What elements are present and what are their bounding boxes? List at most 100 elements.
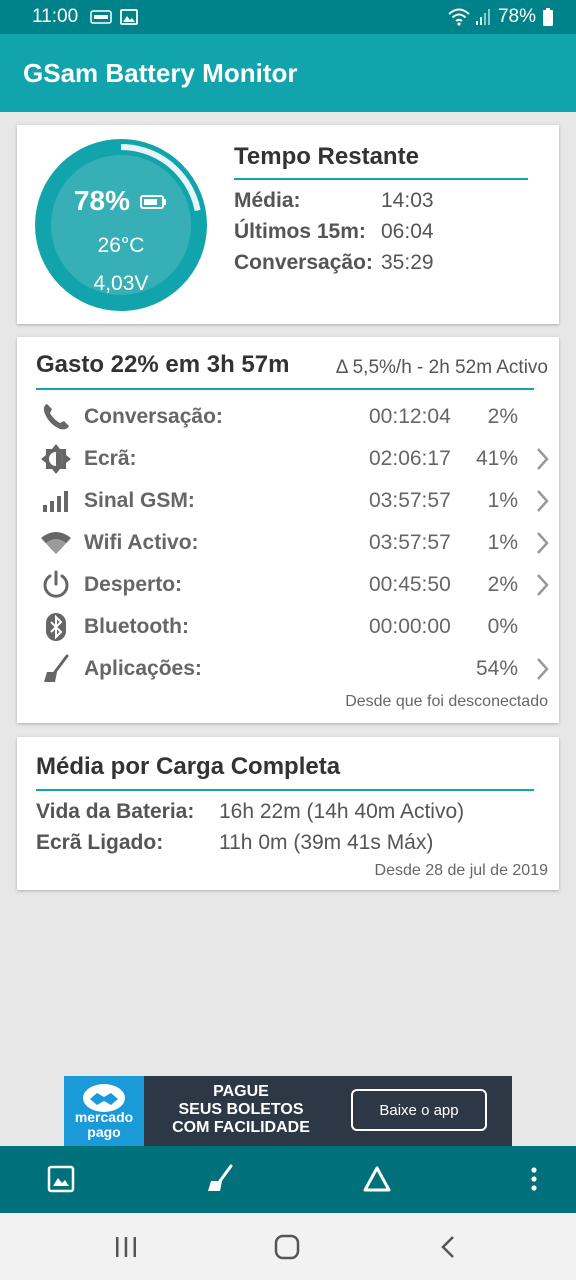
usage-percent: 1% <box>487 489 518 512</box>
ad-download-button[interactable]: Baixe o app <box>351 1089 487 1131</box>
app-title: GSam Battery Monitor <box>23 57 298 88</box>
usage-title: Gasto 22% em 3h 57m <box>36 351 290 378</box>
back-icon[interactable] <box>428 1231 468 1263</box>
usage-row-wifi[interactable]: Wifi Activo: 03:57:57 1% <box>36 523 552 563</box>
notification-app-icon <box>90 10 112 24</box>
usage-label: Ecrã: <box>84 447 137 470</box>
battery-temperature: 26°C <box>97 234 145 257</box>
notification-image-icon <box>120 9 139 25</box>
recent-apps-icon[interactable] <box>106 1231 146 1263</box>
usage-time: 00:00:00 <box>369 615 451 638</box>
broom-icon <box>39 653 73 685</box>
chevron-right-icon[interactable] <box>534 572 550 603</box>
usage-label: Sinal GSM: <box>84 489 195 512</box>
remaining-label: Últimos 15m: <box>234 220 366 243</box>
ad-headline-line2: SEUS BOLETOS <box>178 1101 304 1118</box>
average-card: Média por Carga Completa Vida da Bateria… <box>17 737 559 890</box>
phone-icon <box>39 401 73 433</box>
usage-percent: 41% <box>475 447 518 470</box>
usage-time: 02:06:17 <box>369 447 451 470</box>
ad-headline: PAGUE SEUS BOLETOS COM FACILIDADE <box>166 1083 316 1137</box>
average-title: Média por Carga Completa <box>36 753 341 780</box>
chevron-right-icon[interactable] <box>534 530 550 561</box>
power-icon <box>39 569 73 601</box>
average-footer: Desde 28 de jul de 2019 <box>374 862 548 879</box>
wifi-icon <box>39 527 73 559</box>
cell-signal-status-icon <box>475 9 492 25</box>
chevron-right-icon[interactable] <box>534 656 550 687</box>
battery-card[interactable]: 78% 26°C 4,03V Tempo Restante Média: 14:… <box>17 125 559 324</box>
remaining-row: Últimos 15m: 06:04 <box>234 220 434 244</box>
handshake-icon <box>83 1084 125 1112</box>
usage-row-awake[interactable]: Desperto: 00:45:50 2% <box>36 565 552 605</box>
battery-percent: 78% <box>73 185 131 216</box>
usage-percent: 1% <box>487 531 518 554</box>
usage-time: 03:57:57 <box>369 531 451 554</box>
usage-row-call: Conversação: 00:12:04 2% <box>36 397 552 437</box>
usage-row-bluetooth: Bluetooth: 00:00:00 0% <box>36 607 552 647</box>
average-row: Vida da Bateria: 16h 22m (14h 40m Activo… <box>36 800 464 824</box>
usage-percent: 2% <box>487 573 518 596</box>
chevron-right-icon[interactable] <box>534 446 550 477</box>
average-divider <box>36 789 534 791</box>
gauge-text: 78% 26°C 4,03V <box>35 139 207 311</box>
average-value: 16h 22m (14h 40m Activo) <box>219 800 465 823</box>
bluetooth-icon <box>39 611 73 643</box>
battery-voltage: 4,03V <box>93 272 149 295</box>
usage-label: Desperto: <box>84 573 183 596</box>
remaining-row: Média: 14:03 <box>234 189 434 213</box>
usage-percent: 0% <box>487 615 518 638</box>
usage-row-gsm[interactable]: Sinal GSM: 03:57:57 1% <box>36 481 552 521</box>
usage-rate: Δ 5,5%/h - 2h 52m Activo <box>335 357 548 378</box>
brightness-icon <box>39 443 73 475</box>
ad-brand-line1: mercado <box>74 1109 134 1125</box>
triangle-icon[interactable] <box>360 1162 394 1196</box>
remaining-label: Conversação: <box>234 251 373 274</box>
image-icon[interactable] <box>44 1162 78 1196</box>
average-label: Vida da Bateria: <box>36 800 195 823</box>
system-nav-bar <box>0 1213 576 1280</box>
usage-row-apps[interactable]: Aplicações: 54% <box>36 649 552 689</box>
remaining-row: Conversação: 35:29 <box>234 251 434 275</box>
remaining-value: 14:03 <box>381 189 434 212</box>
usage-time: 03:57:57 <box>369 489 451 512</box>
usage-label: Wifi Activo: <box>84 531 199 554</box>
app-bar: GSam Battery Monitor <box>0 34 576 112</box>
usage-label: Bluetooth: <box>84 615 189 638</box>
average-row: Ecrã Ligado: 11h 0m (39m 41s Máx) <box>36 831 433 855</box>
battery-charge-icon <box>140 185 168 217</box>
ad-logo: mercado pago <box>64 1076 144 1146</box>
usage-divider <box>36 388 534 390</box>
broom-icon[interactable] <box>203 1162 237 1196</box>
status-time: 11:00 <box>32 6 79 27</box>
remaining-title: Tempo Restante <box>234 143 419 170</box>
more-vert-icon[interactable] <box>517 1162 551 1196</box>
bottom-toolbar <box>0 1146 576 1213</box>
usage-percent: 54% <box>475 657 518 680</box>
signal-icon <box>39 485 73 517</box>
average-label: Ecrã Ligado: <box>36 831 164 854</box>
remaining-label: Média: <box>234 189 301 212</box>
ad-banner[interactable]: mercado pago PAGUE SEUS BOLETOS COM FACI… <box>64 1076 512 1146</box>
usage-footer: Desde que foi desconectado <box>345 693 548 710</box>
usage-time: 00:12:04 <box>369 405 451 428</box>
usage-label: Conversação: <box>84 405 223 428</box>
usage-card: Gasto 22% em 3h 57m Δ 5,5%/h - 2h 52m Ac… <box>17 337 559 723</box>
usage-row-screen[interactable]: Ecrã: 02:06:17 41% <box>36 439 552 479</box>
battery-status-icon <box>542 8 554 26</box>
ad-brand-line2: pago <box>87 1124 121 1140</box>
remaining-value: 06:04 <box>381 220 434 243</box>
remaining-value: 35:29 <box>381 251 434 274</box>
ad-headline-line3: COM FACILIDADE <box>172 1119 310 1136</box>
ad-headline-line1: PAGUE <box>213 1083 269 1100</box>
usage-time: 00:45:50 <box>369 573 451 596</box>
home-icon[interactable] <box>267 1231 307 1263</box>
usage-percent: 2% <box>487 405 518 428</box>
average-value: 11h 0m (39m 41s Máx) <box>219 831 434 854</box>
chevron-right-icon[interactable] <box>534 488 550 519</box>
wifi-status-icon <box>448 8 470 26</box>
status-bar: 11:00 78% <box>0 0 576 34</box>
remaining-divider <box>234 178 528 180</box>
usage-label: Aplicações: <box>84 657 202 680</box>
battery-status-text: 78% <box>497 6 536 27</box>
